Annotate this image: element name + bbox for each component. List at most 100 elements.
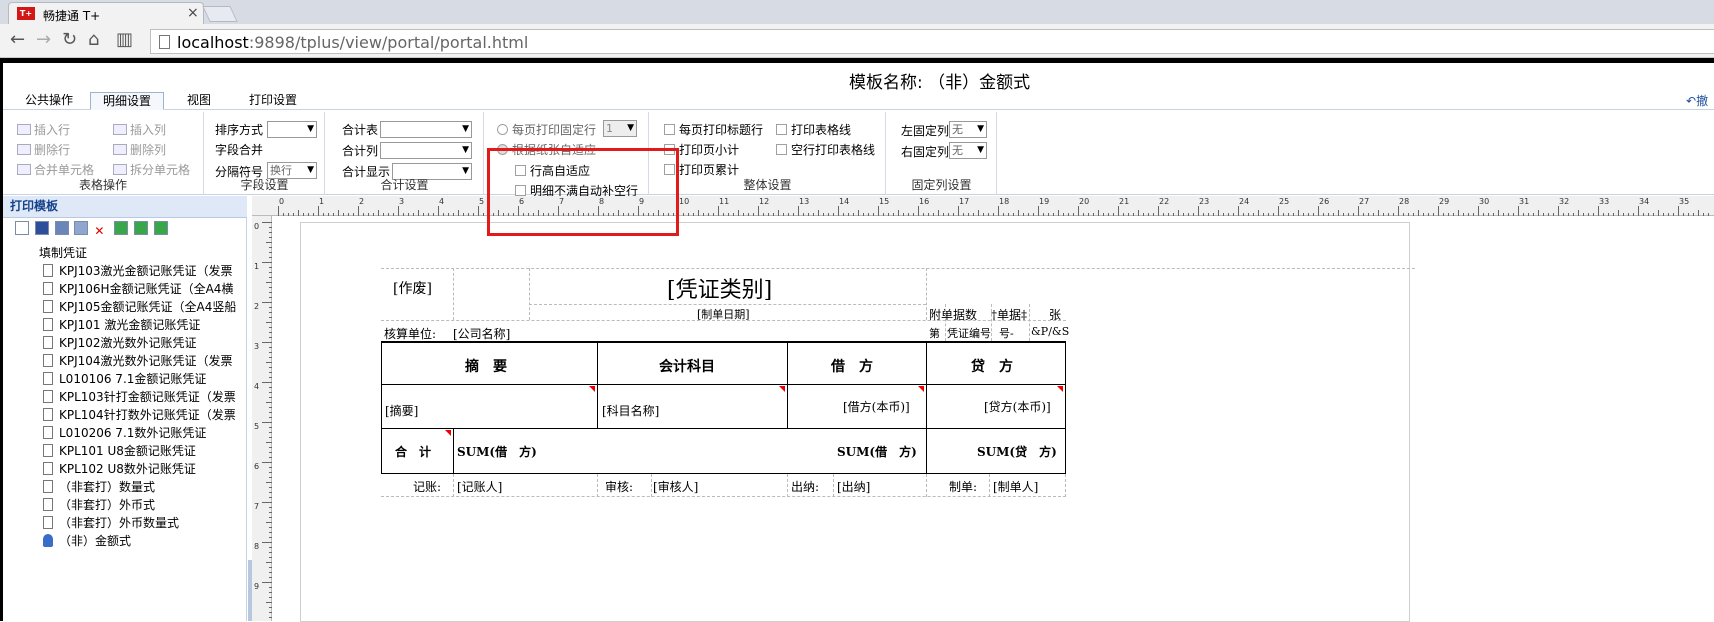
refresh-icon[interactable]	[153, 221, 168, 235]
right-fixed-select[interactable]: 无	[949, 142, 987, 159]
new-icon[interactable]	[15, 221, 29, 235]
summary-field[interactable]: [摘要]	[385, 402, 418, 419]
list-item[interactable]: KPL104针打数外记账凭证（发票	[43, 406, 243, 424]
list-item[interactable]: （非套打）外币数量式	[43, 514, 243, 532]
reload-icon[interactable]: ↻	[62, 30, 77, 50]
credit-field[interactable]: [贷方(本币)]	[984, 398, 1051, 415]
col-summary-header[interactable]: 摘 要	[465, 356, 507, 376]
list-item[interactable]: KPJ105金额记账凭证（全A4竖船	[43, 298, 243, 316]
total-label[interactable]: 合 计	[395, 443, 431, 460]
account-field[interactable]: [科目名称]	[602, 402, 659, 419]
ruler-tick	[269, 277, 272, 278]
list-item[interactable]: KPL102 U8数外记账凭证	[43, 460, 243, 478]
insert-col-button[interactable]: 插入列	[113, 121, 166, 138]
back-icon[interactable]: ←	[10, 30, 25, 50]
total-col-select[interactable]	[380, 142, 472, 159]
tab-common-ops[interactable]: 公共操作	[19, 92, 79, 110]
cashier-field[interactable]: [出纳]	[837, 478, 870, 495]
checkbox-icon	[776, 144, 787, 155]
save-as-icon[interactable]	[54, 221, 69, 235]
voucher-no-label[interactable]: 凭证编号	[947, 325, 991, 341]
list-item[interactable]: KPL103针打金额记账凭证（发票	[43, 388, 243, 406]
tab-detail-settings[interactable]: 明细设置	[90, 92, 164, 110]
per-page-fixed-radio[interactable]: 每页打印固定行	[497, 121, 596, 138]
ruler-tick	[458, 210, 459, 216]
total-table-select[interactable]	[380, 121, 472, 138]
trash-icon[interactable]: ▥	[116, 30, 133, 50]
void-field[interactable]: [作废]	[393, 278, 432, 298]
cashier-label[interactable]: 出纳:	[791, 478, 819, 495]
voucher-no-suffix[interactable]: 号-	[999, 325, 1014, 341]
total-sum-field[interactable]: SUM(借 方)	[457, 443, 537, 460]
edit-icon[interactable]	[74, 221, 89, 235]
ruler-tick	[1643, 213, 1644, 216]
delete-icon[interactable]: ✕	[94, 224, 108, 238]
bookkeeper-label[interactable]: 记账:	[413, 478, 441, 495]
list-item[interactable]: （非套打）数量式	[43, 478, 243, 496]
ruler-tick	[1678, 206, 1679, 216]
forward-icon[interactable]: →	[36, 30, 51, 50]
list-item[interactable]: KPJ106H金额记账凭证（全A4横	[43, 280, 243, 298]
home-icon[interactable]: ⌂	[88, 30, 99, 50]
col-credit-header[interactable]: 贷 方	[971, 356, 1013, 376]
list-item[interactable]: KPJ102激光数外记账凭证	[43, 334, 243, 352]
delete-col-button[interactable]: 删除列	[113, 141, 166, 158]
undo-button[interactable]: ↶撤	[1686, 92, 1708, 109]
maker-field[interactable]: [制单人]	[993, 478, 1038, 495]
list-item[interactable]: KPJ104激光数外记账凭证（发票	[43, 352, 243, 370]
list-item[interactable]: KPJ101 激光金额记账凭证	[43, 316, 243, 334]
unit-label[interactable]: 核算单位:	[384, 325, 436, 342]
ruler-tick	[1553, 213, 1554, 216]
browser-tab[interactable]: T+ 畅捷通 T+ ×	[8, 2, 204, 24]
close-icon[interactable]: ×	[187, 5, 199, 21]
ruler-number: 1	[319, 197, 325, 206]
list-item[interactable]: KPJ103激光金额记账凭证（发票	[43, 262, 243, 280]
debit-field[interactable]: [借方(本币)]	[843, 398, 910, 415]
new-tab-button[interactable]	[202, 6, 238, 22]
ruler-tick	[333, 213, 334, 216]
document-icon	[43, 390, 53, 403]
reviewer-label[interactable]: 审核:	[605, 478, 633, 495]
export-icon[interactable]	[133, 221, 148, 235]
credit-sum-field[interactable]: SUM(贷 方)	[977, 443, 1057, 460]
ruler-number: 0	[254, 222, 260, 231]
list-item[interactable]: （非套打）外币式	[43, 496, 243, 514]
tree-root[interactable]: 填制凭证	[39, 244, 87, 261]
list-item[interactable]: L010106 7.1金额记账凭证	[43, 370, 243, 388]
bookkeeper-field[interactable]: [记账人]	[457, 478, 502, 495]
sort-select[interactable]	[267, 121, 317, 138]
save-icon[interactable]	[34, 221, 49, 235]
col-account-header[interactable]: 会计科目	[659, 356, 715, 376]
list-item-label: KPJ104激光数外记账凭证（发票	[59, 354, 233, 368]
address-bar[interactable]: localhost:9898/tplus/view/portal/portal.…	[150, 29, 1714, 54]
empty-row-lines-checkbox[interactable]: 空行打印表格线	[776, 141, 875, 158]
delete-row-button[interactable]: 删除行	[17, 141, 70, 158]
ruler-tick	[1618, 210, 1619, 216]
ruler-tick	[978, 210, 979, 216]
debit-sum-field[interactable]: SUM(借 方)	[837, 443, 917, 460]
import-icon[interactable]	[114, 221, 129, 235]
list-item[interactable]: KPL101 U8金额记账凭证	[43, 442, 243, 460]
frame-line	[453, 268, 454, 320]
ruler-tick	[269, 532, 272, 533]
company-field[interactable]: [公司名称]	[453, 325, 510, 342]
ruler-tick	[269, 447, 272, 448]
fixed-row-count-input[interactable]: 1	[603, 120, 637, 137]
voucher-category-field[interactable]: [凭证类别]	[667, 272, 772, 304]
print-table-lines-checkbox[interactable]: 打印表格线	[776, 121, 851, 138]
right-fixed-label: 右固定列	[901, 145, 950, 159]
page-code-field[interactable]: &P/&S	[1031, 325, 1069, 338]
voucher-no-prefix[interactable]: 第	[929, 325, 940, 341]
list-item[interactable]: L010206 7.1数外记账凭证	[43, 424, 243, 442]
tab-view[interactable]: 视图	[175, 92, 223, 110]
insert-row-button[interactable]: 插入行	[17, 121, 70, 138]
print-title-row-checkbox[interactable]: 每页打印标题行	[664, 121, 763, 138]
left-fixed-select[interactable]: 无	[949, 121, 987, 138]
col-debit-header[interactable]: 借 方	[831, 356, 873, 376]
ruler-tick	[708, 213, 709, 216]
reviewer-field[interactable]: [审核人]	[653, 478, 698, 495]
tab-print-settings[interactable]: 打印设置	[243, 92, 303, 110]
maker-label[interactable]: 制单:	[949, 478, 977, 495]
list-item-selected[interactable]: （非）金额式	[43, 532, 243, 550]
frame-line	[651, 474, 652, 497]
